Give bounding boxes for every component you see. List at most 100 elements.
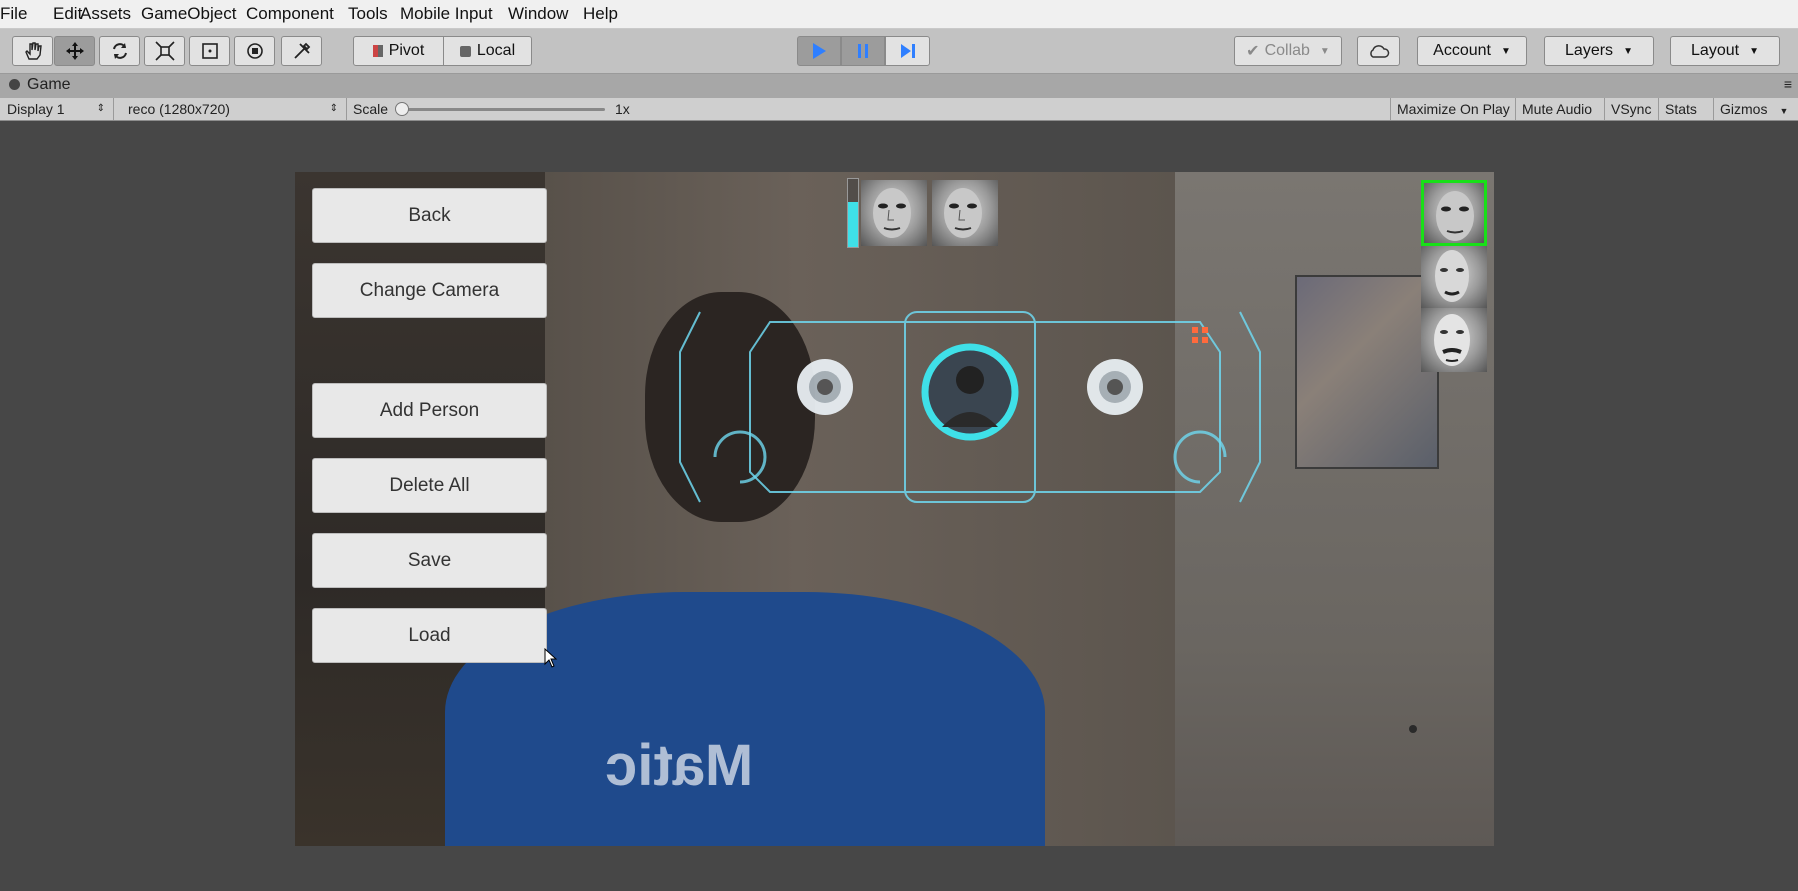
scale-slider-thumb[interactable] [395,102,409,116]
stored-face-thumb [1421,308,1487,372]
recognized-face-thumb [1421,180,1487,246]
collab-label: Collab [1264,42,1310,59]
rotate-tool-button[interactable] [99,36,140,66]
maximize-on-play-toggle[interactable]: Maximize On Play [1390,98,1516,120]
check-icon: ✔ [1246,43,1260,60]
chevron-down-icon: ▼ [1500,45,1511,57]
dust-dot [1409,725,1417,733]
load-button[interactable]: Load [312,608,547,663]
vsync-toggle[interactable]: VSync [1604,98,1657,120]
pivot-icon [372,45,383,57]
capture-progress-bar [847,178,859,248]
account-label: Account [1433,42,1491,59]
game-tab-row: Game ≡ [0,74,1798,99]
back-button[interactable]: Back [312,188,547,243]
move-icon [65,42,84,60]
chevron-down-icon: ▼ [1623,45,1633,57]
layers-dropdown[interactable]: Layers ▼ [1544,36,1654,66]
cube-icon [459,45,471,57]
menu-component[interactable]: Component [246,4,334,24]
menu-edit[interactable]: Edit [53,4,82,24]
shirt-logo-text: Matic [605,733,754,798]
menu-assets[interactable]: Assets [80,4,131,24]
game-tab-icon [9,79,20,90]
right-gauge [1087,359,1143,415]
move-tool-button[interactable] [54,36,95,66]
rect-icon [201,43,218,59]
menu-mobile-input[interactable]: Mobile Input [400,4,493,24]
menu-window[interactable]: Window [508,4,568,24]
layout-label: Layout [1691,42,1740,59]
captured-face-thumb [861,180,927,246]
layers-label: Layers [1565,42,1614,59]
gizmos-dropdown[interactable]: Gizmos ▼ [1713,98,1798,120]
captured-face-thumb [932,180,998,246]
face-icon [944,188,982,238]
save-button[interactable]: Save [312,533,547,588]
hand-icon [24,42,42,60]
scale-slider[interactable] [400,108,605,111]
cloud-icon [1369,45,1389,58]
scale-icon [154,41,175,61]
custom-tool-button[interactable] [281,36,322,66]
custom-tool-icon [293,42,310,59]
play-button[interactable] [797,36,841,66]
delete-all-button[interactable]: Delete All [312,458,547,513]
stored-face-thumb [1421,246,1487,308]
cloud-button[interactable] [1357,36,1400,66]
hud-overlay [679,311,1261,503]
menu-file[interactable]: File [0,4,27,24]
display-label: Display 1 [7,101,65,117]
display-dropdown[interactable]: Display 1 ⇕ [0,98,114,120]
stats-toggle[interactable]: Stats [1658,98,1703,120]
local-label: Local [476,42,516,59]
resolution-label: reco (1280x720) [128,101,230,117]
center-face-ring [921,343,1019,441]
resolution-dropdown[interactable]: reco (1280x720) ⇕ [121,98,347,120]
local-toggle[interactable]: Local [443,36,532,66]
mouse-cursor-icon [544,648,558,668]
wall-poster [1295,275,1439,469]
tab-menu-icon[interactable]: ≡ [1784,76,1792,92]
scale-value: 1x [615,101,630,117]
menu-bar: File Edit Assets GameObject Component To… [0,0,1798,29]
transform-tool-button[interactable] [234,36,275,66]
layout-dropdown[interactable]: Layout ▼ [1670,36,1780,66]
chevron-down-icon: ▼ [1749,45,1759,57]
updown-icon: ⇕ [96,103,105,114]
face-icon [1435,250,1469,302]
menu-tools[interactable]: Tools [348,4,388,24]
rect-tool-button[interactable] [189,36,230,66]
mute-audio-toggle[interactable]: Mute Audio [1515,98,1598,120]
menu-gameobject[interactable]: GameObject [141,4,236,24]
play-icon [813,43,826,59]
rotate-icon [112,43,127,59]
game-view-bar: Display 1 ⇕ reco (1280x720) ⇕ Scale 1x M… [0,98,1798,121]
pause-button[interactable] [841,36,885,66]
chevron-down-icon: ▼ [1779,106,1789,116]
game-viewport[interactable]: Matic Back Change Camera Add Person Dele… [295,172,1494,846]
step-button[interactable] [885,36,930,66]
chevron-down-icon: ▼ [1319,45,1330,57]
account-dropdown[interactable]: Account ▼ [1417,36,1527,66]
pause-icon [858,44,868,58]
left-gauge [797,359,853,415]
change-camera-button[interactable]: Change Camera [312,263,547,318]
capture-progress-fill [848,202,858,247]
updown-icon: ⇕ [329,103,338,114]
face-icon [873,188,911,238]
game-tab[interactable]: Game [27,76,71,94]
menu-help[interactable]: Help [583,4,618,24]
scale-tool-button[interactable] [144,36,185,66]
collab-button[interactable]: ✔ Collab ▼ [1234,36,1342,66]
face-icon [1434,314,1470,366]
step-icon [900,44,915,58]
add-person-button[interactable]: Add Person [312,383,547,438]
face-icon [1436,191,1474,241]
hand-tool-button[interactable] [12,36,53,66]
pivot-toggle[interactable]: Pivot [353,36,444,66]
gizmos-label: Gizmos [1720,101,1768,117]
pivot-label: Pivot [388,42,425,59]
toolbar: Pivot Local ✔ Collab ▼ Account ▼ Layers … [0,29,1798,74]
transform-icon [246,43,263,59]
